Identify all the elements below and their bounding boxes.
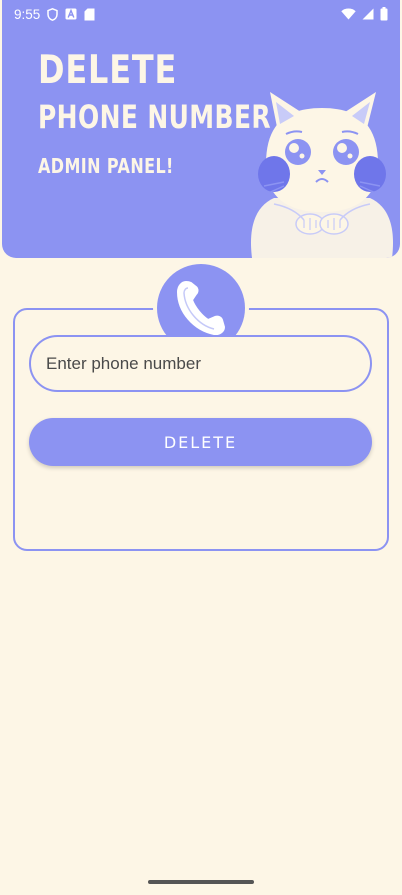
header-title-delete: DELETE: [38, 48, 178, 93]
phone-icon: [177, 281, 225, 336]
header-subtitle: ADMIN PANEL!: [38, 154, 174, 178]
gesture-nav-handle[interactable]: [148, 880, 254, 884]
sd-card-icon: [84, 8, 95, 21]
status-time: 9:55: [14, 6, 41, 22]
signal-icon: [362, 8, 374, 20]
app-screen: DELETE PHONE NUMBER ADMIN PANEL! 9:55 En…: [0, 0, 402, 895]
status-bar: 9:55: [0, 0, 402, 28]
header-banner: DELETE PHONE NUMBER ADMIN PANEL!: [2, 0, 400, 258]
phone-number-input[interactable]: [29, 335, 372, 392]
delete-button[interactable]: DELETE: [29, 418, 372, 466]
header-title-phone-number: PHONE NUMBER: [38, 98, 272, 136]
cat-mascot-image: [250, 92, 394, 258]
battery-icon: [380, 7, 388, 21]
a-letter-icon: [65, 8, 77, 20]
shield-icon: [47, 7, 59, 21]
wifi-icon: [341, 8, 356, 20]
